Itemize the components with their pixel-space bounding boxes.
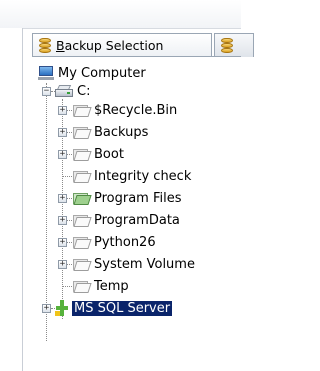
expand-toggle[interactable]: + [58, 216, 67, 225]
folder-icon [72, 213, 92, 227]
expand-toggle[interactable]: + [58, 106, 67, 115]
tree-item-folder[interactable]: Python26 [72, 232, 156, 252]
folder-icon [72, 125, 92, 139]
tree-item-label: $Recycle.Bin [94, 102, 178, 118]
tree-connector [63, 176, 72, 177]
folder-icon [72, 169, 92, 183]
folder-green-icon [72, 191, 92, 205]
tree-item-folder[interactable]: ProgramData [72, 210, 180, 230]
drive-icon [55, 84, 73, 98]
expand-toggle[interactable]: + [58, 194, 67, 203]
database-icon [220, 37, 234, 54]
tree-item-label-selected: MS SQL Server [72, 300, 173, 316]
tree-item-label: System Volume [94, 256, 195, 272]
tree-item-label: C: [77, 83, 91, 99]
tree-item-label: Boot [94, 146, 124, 162]
folder-icon [72, 235, 92, 249]
expand-toggle[interactable]: + [42, 304, 51, 313]
tree-connector [63, 286, 72, 287]
expand-toggle[interactable]: + [58, 128, 67, 137]
expand-toggle[interactable]: + [58, 260, 67, 269]
tree-item-label: Temp [94, 278, 129, 294]
expand-toggle[interactable]: + [58, 238, 67, 247]
folder-icon [72, 279, 92, 293]
folder-icon [72, 147, 92, 161]
tree-item-folder[interactable]: $Recycle.Bin [72, 100, 177, 120]
tree-item-folder[interactable]: Program Files [72, 188, 182, 208]
tree-item-folder[interactable]: Backups [72, 122, 148, 142]
database-icon [38, 37, 52, 54]
tree-item-folder[interactable]: System Volume [72, 254, 195, 274]
header-fade [0, 0, 241, 28]
tree-item-folder[interactable]: Temp [72, 276, 129, 296]
frame-left-border [22, 28, 23, 371]
tree-item-label: Backups [94, 124, 149, 140]
tree-item-sql-server[interactable]: MS SQL Server [55, 298, 173, 318]
tree-item-drive-c[interactable]: C: [55, 81, 90, 101]
tree-item-label: Integrity check [94, 168, 192, 184]
panel-top-border [32, 56, 241, 57]
folder-icon [72, 257, 92, 271]
collapse-toggle[interactable]: − [42, 87, 51, 96]
expand-toggle[interactable]: + [58, 150, 67, 159]
tree-item-label: My Computer [58, 65, 146, 81]
frame-top-border [22, 28, 241, 29]
tree-item-label: Python26 [94, 234, 156, 250]
tree-item-label: Program Files [94, 190, 182, 206]
tab-backup-selection[interactable]: Backup Selection [32, 33, 212, 57]
folder-icon [72, 103, 92, 117]
tree-item-folder[interactable]: Integrity check [72, 166, 191, 186]
sql-server-icon [55, 300, 69, 316]
tree-item-label: ProgramData [94, 212, 180, 228]
tab-backup-selection-label: Backup Selection [56, 38, 164, 53]
tab-next[interactable] [214, 33, 254, 57]
tree-item-folder[interactable]: Boot [72, 144, 124, 164]
computer-icon [38, 65, 54, 81]
tree-item-my-computer[interactable]: My Computer [38, 63, 146, 83]
